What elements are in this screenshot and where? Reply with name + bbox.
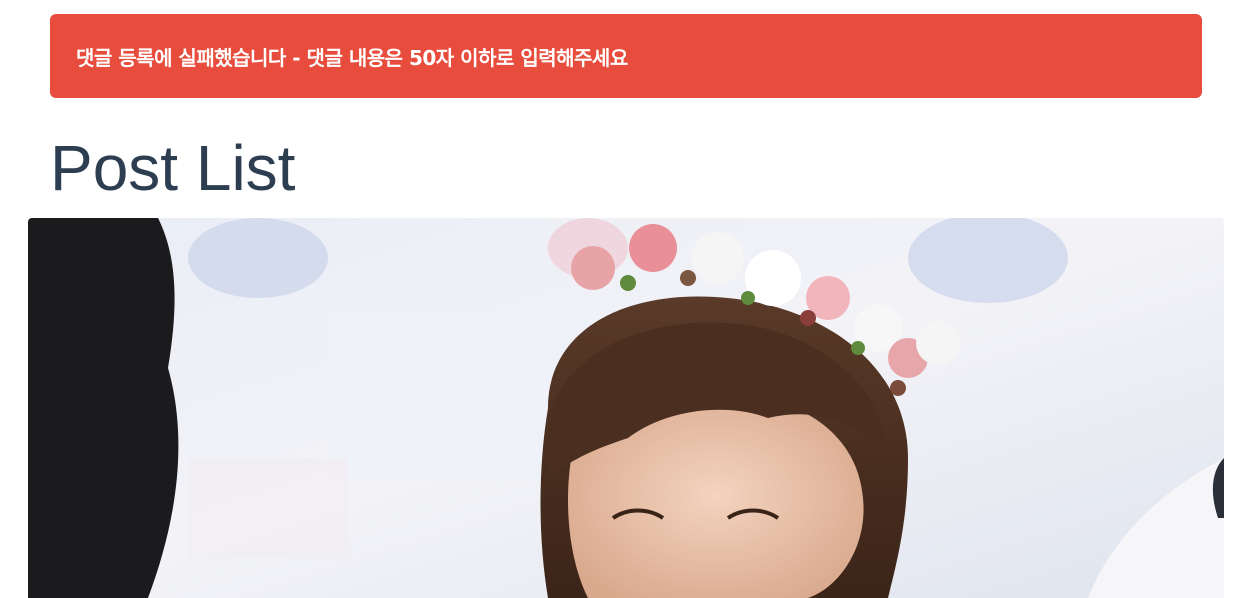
- error-alert: 댓글 등록에 실패했습니다 - 댓글 내용은 50자 이하로 입력해주세요: [50, 14, 1202, 98]
- alert-message: 댓글 등록에 실패했습니다 - 댓글 내용은 50자 이하로 입력해주세요: [76, 45, 628, 70]
- post-image[interactable]: [28, 218, 1224, 598]
- post-card[interactable]: [28, 218, 1224, 598]
- page-title: Post List: [50, 132, 296, 204]
